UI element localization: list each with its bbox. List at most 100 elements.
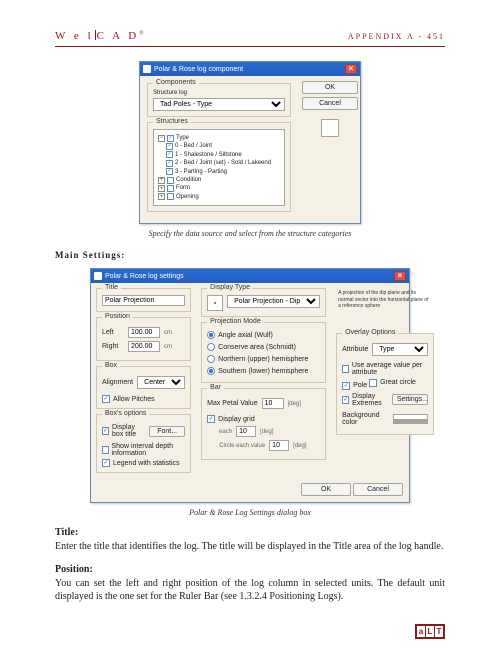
circle-each-label: Circle each value bbox=[219, 443, 265, 449]
legend-stats-checkbox[interactable]: ✓ bbox=[102, 459, 110, 467]
display-grid-checkbox[interactable]: ✓ bbox=[207, 415, 215, 423]
tree-item-label: 0 - Bed / Joint bbox=[175, 142, 212, 150]
group-box-options-label: Box's options bbox=[102, 410, 149, 417]
expand-icon[interactable]: − bbox=[158, 135, 165, 142]
tree-item-label: 2 - Bed / Joint (set) - Sold / Lakeend bbox=[175, 159, 271, 167]
grid-each-input[interactable] bbox=[236, 426, 256, 437]
display-type-select[interactable]: Polar Projection - Dip bbox=[227, 295, 320, 308]
polar-rose-settings-dialog: Polar & Rose log settings × Title Positi… bbox=[90, 268, 410, 503]
show-interval-label: Show interval depth information bbox=[112, 443, 186, 457]
dialog1-titlebar: Polar & Rose log component × bbox=[140, 62, 360, 76]
left-input[interactable] bbox=[128, 327, 160, 338]
group-projection-label: Projection Mode bbox=[207, 318, 264, 325]
dialog-icon bbox=[143, 65, 151, 73]
dialog2-titlebar: Polar & Rose log settings × bbox=[91, 269, 409, 283]
display-extremes-label: Display Extremes bbox=[352, 393, 388, 407]
circle-each-units: [deg] bbox=[293, 443, 306, 449]
tree-checkbox[interactable] bbox=[167, 185, 174, 192]
cancel-button[interactable]: Cancel bbox=[302, 97, 358, 110]
legend-stats-label: Legend with statistics bbox=[113, 460, 180, 467]
tree-checkbox[interactable]: ✓ bbox=[166, 160, 173, 167]
cancel-button[interactable]: Cancel bbox=[353, 483, 403, 496]
polar-rose-component-dialog: Polar & Rose log component × Components … bbox=[139, 61, 361, 224]
expand-icon[interactable]: + bbox=[158, 185, 165, 192]
left-label: Left bbox=[102, 329, 124, 336]
proj-angle-label: Angle axial (Wulf) bbox=[218, 332, 273, 339]
close-icon[interactable]: × bbox=[394, 271, 406, 281]
brand-logo: W e lC A D® bbox=[55, 30, 147, 42]
preview-thumbnail bbox=[321, 119, 339, 137]
proj-conserve-radio[interactable] bbox=[207, 343, 215, 351]
settings-button[interactable]: Settings... bbox=[392, 394, 428, 405]
footer-logo: a L T bbox=[55, 624, 445, 639]
great-circle-checkbox[interactable] bbox=[369, 379, 377, 387]
dialog1-title: Polar & Rose log component bbox=[154, 66, 243, 73]
alt-logo-letter: L bbox=[426, 626, 434, 637]
display-extremes-checkbox[interactable]: ✓ bbox=[342, 396, 349, 404]
ok-button[interactable]: OK bbox=[301, 483, 351, 496]
max-petal-input[interactable] bbox=[262, 398, 284, 409]
dialog2-title: Polar & Rose log settings bbox=[105, 273, 184, 280]
alt-logo-letter: T bbox=[435, 626, 443, 637]
tree-item-label: Type bbox=[176, 134, 189, 142]
tree-checkbox[interactable] bbox=[167, 177, 174, 184]
expand-icon[interactable]: + bbox=[158, 177, 165, 184]
title-input[interactable] bbox=[102, 295, 185, 306]
pole-checkbox[interactable]: ✓ bbox=[342, 382, 350, 390]
tree-checkbox[interactable]: ✓ bbox=[166, 143, 173, 150]
tree-checkbox[interactable]: ✓ bbox=[166, 151, 173, 158]
alignment-label: Alignment bbox=[102, 379, 133, 386]
proj-northern-label: Northern (upper) hemisphere bbox=[218, 356, 308, 363]
alt-logo-letter: a bbox=[417, 626, 425, 637]
tree-checkbox[interactable]: ✓ bbox=[167, 135, 174, 142]
circle-each-input[interactable] bbox=[269, 440, 289, 451]
use-average-label: Use average value per attribute bbox=[352, 362, 428, 376]
allow-pitches-label: Allow Pitches bbox=[113, 396, 155, 403]
pole-label: Pole bbox=[353, 382, 367, 389]
right-label: Right bbox=[102, 343, 124, 350]
proj-angle-radio[interactable] bbox=[207, 331, 215, 339]
use-average-checkbox[interactable] bbox=[342, 365, 349, 373]
max-petal-label: Max Petal Value bbox=[207, 400, 257, 407]
display-box-title-label: Display box title bbox=[112, 424, 145, 438]
tree-checkbox[interactable]: ✓ bbox=[166, 168, 173, 175]
tree-item-label: 3 - Parting - Parting bbox=[175, 168, 227, 176]
proj-southern-radio[interactable] bbox=[207, 367, 215, 375]
right-input[interactable] bbox=[128, 341, 160, 352]
ok-button[interactable]: OK bbox=[302, 81, 358, 94]
position-paragraph: You can set the left and right position … bbox=[55, 577, 445, 604]
tree-item-label: 1 - Shalestone / Siltstone bbox=[175, 151, 242, 159]
font-button[interactable]: Font... bbox=[149, 426, 185, 437]
header-rule bbox=[55, 46, 445, 47]
title-paragraph: Enter the title that identifies the log.… bbox=[55, 540, 445, 554]
show-interval-checkbox[interactable] bbox=[102, 446, 109, 454]
structures-tree[interactable]: −✓Type ✓0 - Bed / Joint ✓1 - Shalestone … bbox=[153, 129, 285, 206]
expand-icon[interactable]: + bbox=[158, 193, 165, 200]
allow-pitches-checkbox[interactable]: ✓ bbox=[102, 395, 110, 403]
dialog-icon bbox=[94, 272, 102, 280]
group-box-label: Box bbox=[102, 362, 120, 369]
right-units: cm bbox=[164, 344, 172, 350]
group-title-label: Title bbox=[102, 284, 121, 291]
group-structures-label: Structures bbox=[153, 118, 191, 125]
tree-checkbox[interactable] bbox=[167, 193, 174, 200]
close-icon[interactable]: × bbox=[345, 64, 357, 74]
grid-each-units: [deg] bbox=[260, 429, 273, 435]
bg-color-swatch[interactable] bbox=[393, 414, 428, 424]
grid-each-label: each bbox=[219, 429, 232, 435]
tree-item-label: Form bbox=[176, 184, 190, 192]
group-bar-label: Bar bbox=[207, 384, 224, 391]
proj-conserve-label: Conserve area (Schmidt) bbox=[218, 344, 296, 351]
attribute-select[interactable]: Type bbox=[372, 343, 428, 356]
main-settings-heading: Main Settings: bbox=[55, 250, 445, 260]
left-units: cm bbox=[164, 330, 172, 336]
proj-northern-radio[interactable] bbox=[207, 355, 215, 363]
tree-item-label: Condition bbox=[176, 176, 201, 184]
group-components-label: Components bbox=[153, 79, 199, 86]
display-box-title-checkbox[interactable]: ✓ bbox=[102, 427, 109, 435]
figure2-caption: Polar & Rose Log Settings dialog box bbox=[55, 508, 445, 517]
structure-log-select[interactable]: Tad Poles - Type bbox=[153, 98, 285, 111]
tree-item-label: Opening bbox=[176, 193, 199, 201]
alignment-select[interactable]: Center bbox=[137, 376, 185, 389]
attribute-label: Attribute bbox=[342, 346, 368, 353]
